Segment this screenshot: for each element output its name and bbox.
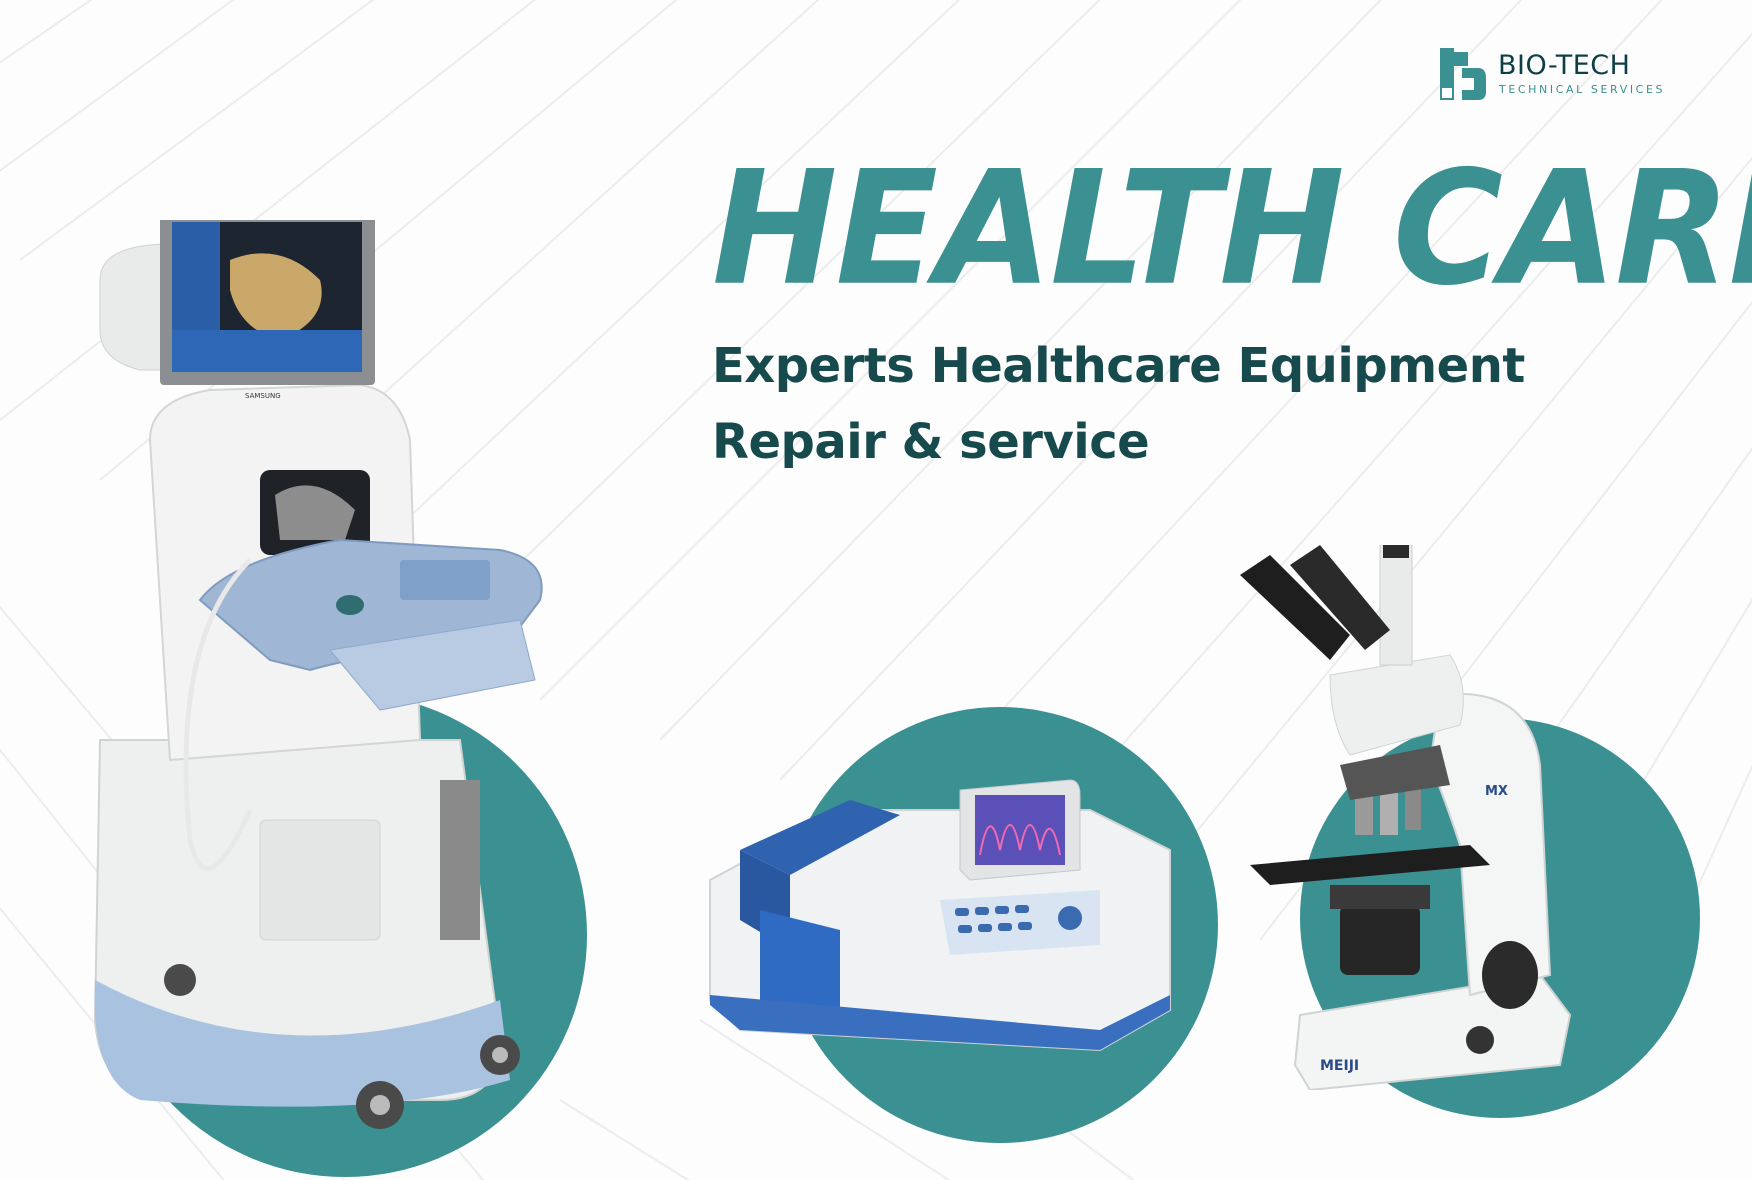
microscope-image: MEIJI MX xyxy=(1240,545,1572,1090)
microscope-badge: MX xyxy=(1485,784,1508,799)
ultrasound-machine-image: SAMSUNG xyxy=(93,220,543,1129)
microscope-brand: MEIJI xyxy=(1320,1058,1359,1074)
spectrophotometer-image xyxy=(709,779,1171,1052)
monitor-brand: SAMSUNG xyxy=(245,392,281,400)
